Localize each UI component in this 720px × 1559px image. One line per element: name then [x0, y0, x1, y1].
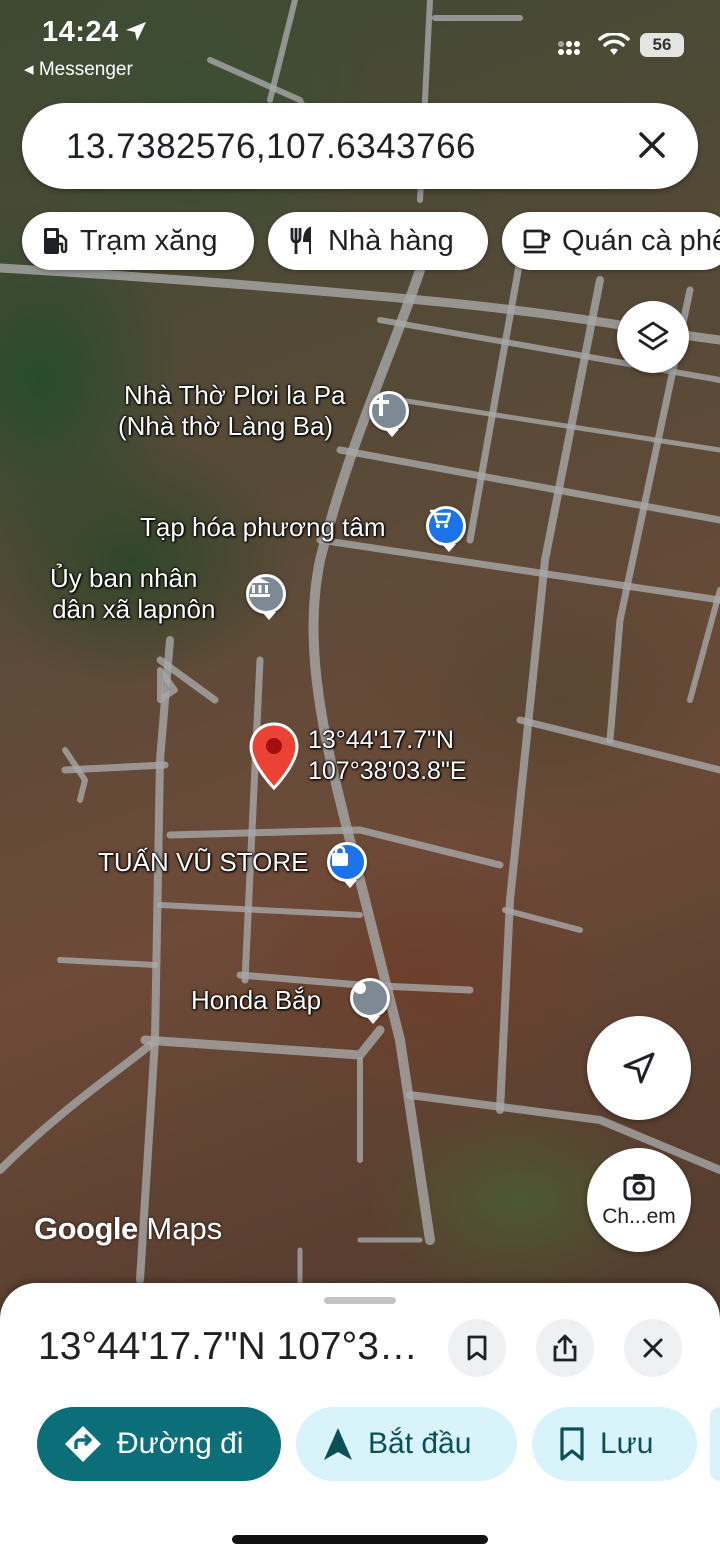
place-dot-icon[interactable]	[350, 978, 390, 1024]
church-icon[interactable]	[369, 391, 409, 437]
close-sheet-button[interactable]	[624, 1319, 682, 1377]
place-label-line: Nhà Thờ Plơi la Pa	[124, 380, 346, 410]
camera-view-button[interactable]: Ch...em	[587, 1148, 691, 1252]
chip-label: Trạm xăng	[80, 224, 218, 257]
place-label-line: dân xã lapnôn	[52, 594, 216, 624]
pin-coordinate-label: 13°44'17.7"N 107°38'03.8"E	[308, 725, 467, 787]
shopping-cart-icon[interactable]	[426, 506, 466, 552]
layers-icon	[637, 321, 669, 351]
start-label: Bắt đầu	[368, 1427, 472, 1460]
start-button[interactable]: Bắt đầu	[296, 1407, 517, 1481]
share-icon	[553, 1334, 577, 1362]
place-label-church[interactable]: Nhà Thờ Plơi la Pa (Nhà thờ Làng Ba)	[118, 380, 346, 442]
navigation-arrow-icon	[324, 1428, 352, 1460]
place-label-honda[interactable]: Honda Bắp	[191, 985, 321, 1016]
chip-coffee[interactable]: Quán cà phê	[502, 212, 720, 270]
save-label: Lưu	[600, 1427, 654, 1460]
chip-restaurant[interactable]: Nhà hàng	[268, 212, 488, 270]
status-bar: 14:24 ◂ Messenger 56	[0, 0, 720, 90]
home-indicator[interactable]	[232, 1535, 488, 1544]
layers-button[interactable]	[617, 301, 689, 373]
place-label-line: TUẤN VŨ STORE	[98, 847, 309, 877]
sheet-drag-handle[interactable]	[324, 1297, 396, 1304]
status-time: 14:24	[42, 16, 119, 48]
place-label-grocery[interactable]: Tạp hóa phương tâm	[140, 512, 386, 543]
watermark-google: Google	[34, 1211, 138, 1246]
directions-button[interactable]: Đường đi	[37, 1407, 281, 1481]
cellular-signal-icon	[558, 41, 580, 55]
watermark-maps: Maps	[146, 1211, 223, 1246]
gas-station-icon	[44, 228, 68, 254]
bookmark-icon	[560, 1427, 584, 1461]
place-bottom-sheet[interactable]: 13°44'17.7"N 107°38'03.8"E Đường đi Bắt …	[0, 1283, 720, 1559]
wifi-icon	[598, 33, 630, 55]
chip-label: Quán cà phê	[562, 224, 720, 257]
location-arrow-icon	[126, 22, 146, 41]
place-label-line: (Nhà thờ Làng Ba)	[118, 411, 334, 441]
chip-label: Nhà hàng	[328, 224, 454, 257]
battery-indicator: 56	[640, 33, 684, 57]
shopping-bag-icon[interactable]	[327, 842, 367, 888]
restaurant-icon	[290, 226, 311, 254]
pin-lng-label: 107°38'03.8"E	[308, 757, 467, 785]
clear-search-icon[interactable]	[636, 129, 668, 161]
navigation-outline-icon	[623, 1052, 655, 1084]
place-label-store[interactable]: TUẤN VŨ STORE	[98, 847, 308, 878]
back-triangle-icon: ◂	[24, 59, 34, 80]
chip-gas-station[interactable]: Trạm xăng	[22, 212, 254, 270]
search-bar[interactable]: 13.7382576,107.6343766	[22, 103, 698, 189]
back-app-label: Messenger	[38, 59, 133, 80]
share-button[interactable]	[536, 1319, 594, 1377]
my-location-button[interactable]	[587, 1016, 691, 1120]
pin-lat-label: 13°44'17.7"N	[308, 726, 454, 754]
battery-level: 56	[652, 35, 672, 54]
save-button[interactable]: Lưu	[532, 1407, 697, 1481]
place-label-line: Honda Bắp	[191, 985, 322, 1015]
place-label-government[interactable]: Ủy ban nhân dân xã lapnôn	[50, 563, 215, 625]
directions-label: Đường đi	[117, 1427, 244, 1460]
bookmark-outline-icon	[467, 1335, 487, 1361]
camera-icon	[623, 1174, 655, 1201]
map-pin-icon	[249, 722, 299, 790]
save-bookmark-button[interactable]	[448, 1319, 506, 1377]
camera-button-label: Ch...em	[602, 1205, 676, 1228]
place-label-line: Ủy ban nhân	[50, 563, 198, 593]
google-maps-watermark: Google Maps	[34, 1211, 222, 1247]
back-to-app-link[interactable]: ◂ Messenger	[24, 58, 133, 81]
government-building-icon[interactable]	[246, 574, 286, 620]
search-query-text[interactable]: 13.7382576,107.6343766	[66, 127, 476, 167]
coffee-icon	[523, 229, 551, 254]
more-actions-button[interactable]	[710, 1407, 720, 1481]
close-icon	[643, 1338, 663, 1358]
place-label-line: Tạp hóa phương tâm	[140, 512, 386, 542]
directions-icon	[65, 1426, 101, 1462]
place-title: 13°44'17.7"N 107°38'03.8"E	[38, 1325, 438, 1368]
